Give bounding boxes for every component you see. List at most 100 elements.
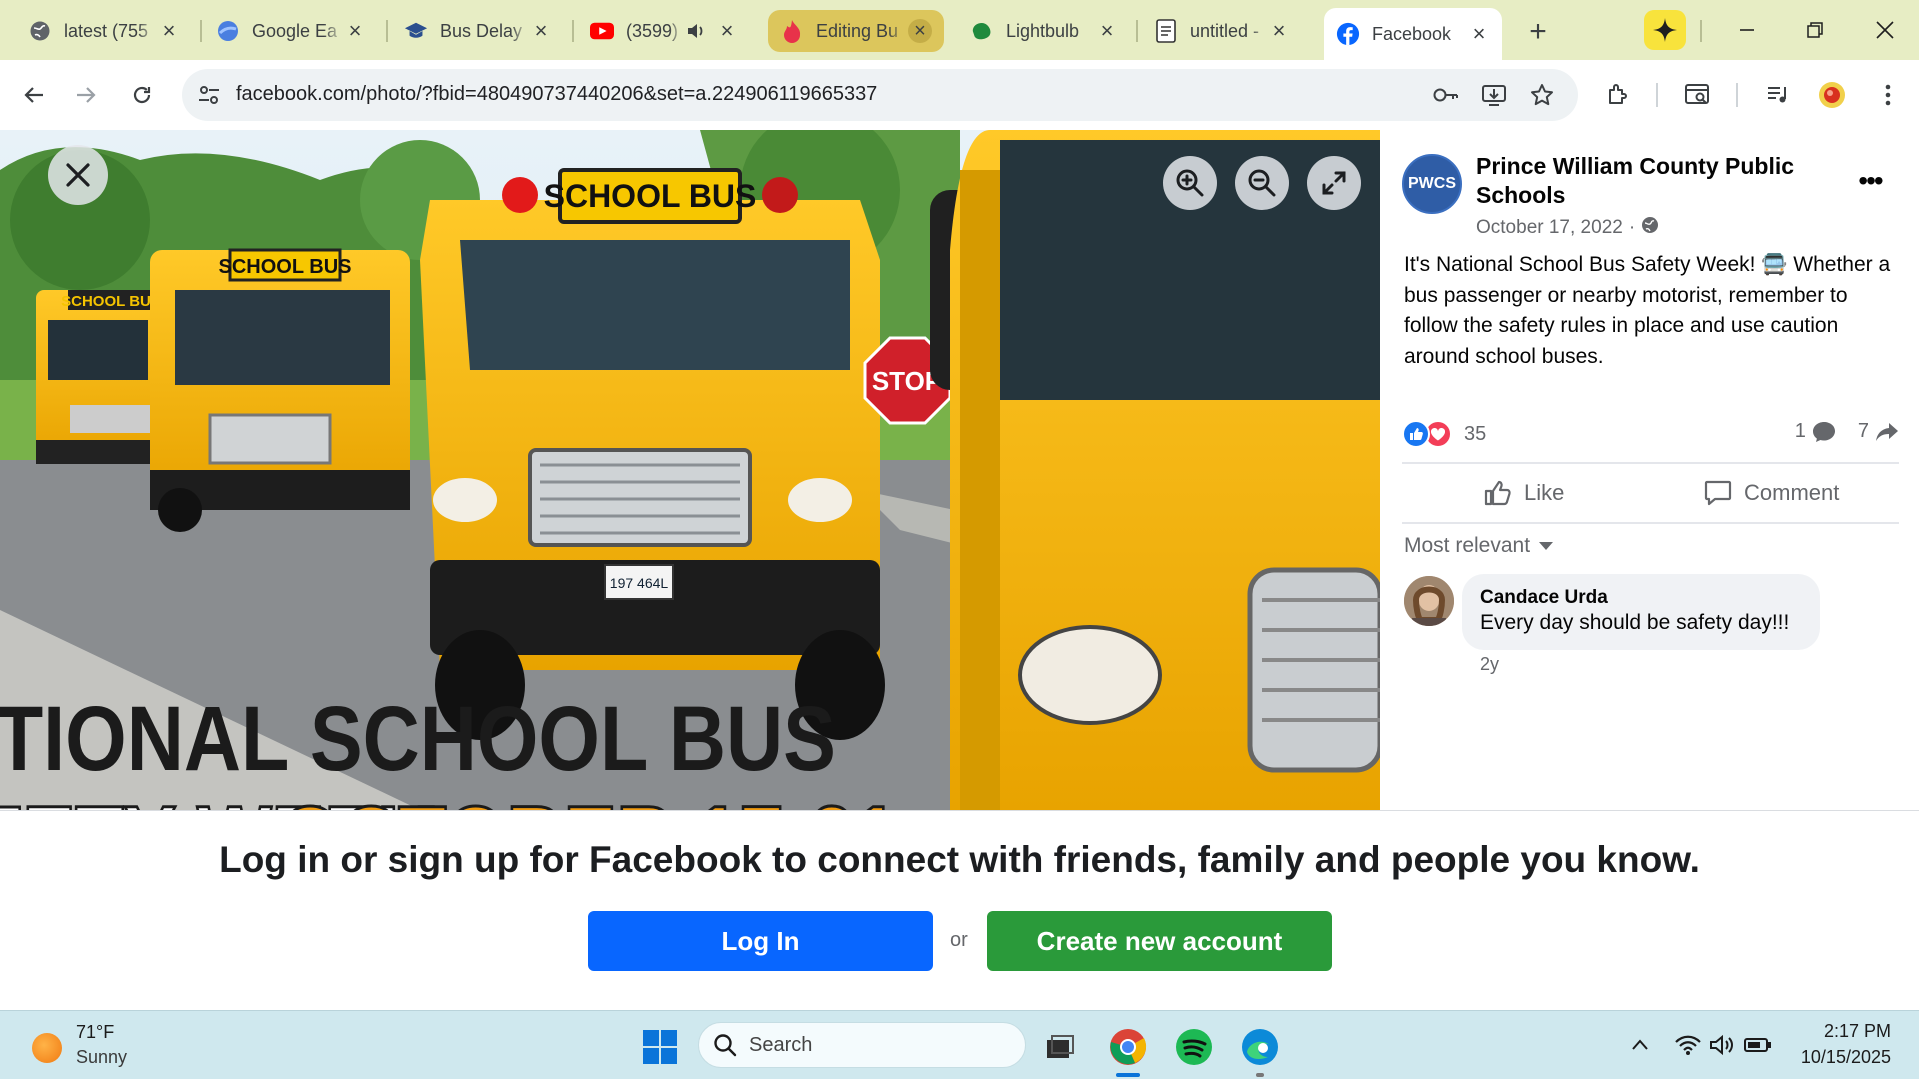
comment-count-value: 1 (1794, 420, 1806, 442)
caret-down-icon (1539, 542, 1554, 550)
close-tab-icon[interactable]: × (716, 18, 738, 43)
close-photo-button[interactable] (48, 145, 108, 205)
url-text[interactable]: facebook.com/photo/?fbid=480490737440206… (236, 83, 877, 106)
mid-bus-sign: SCHOOL BUS (219, 256, 352, 278)
page-avatar[interactable]: PWCS (1402, 154, 1462, 214)
tab-untitled[interactable]: untitled - × (1142, 10, 1302, 52)
fullscreen-button[interactable] (1307, 156, 1361, 210)
install-app-icon[interactable] (1480, 81, 1508, 109)
extensions-icon[interactable] (1600, 77, 1636, 113)
restore-button[interactable] (1792, 10, 1838, 50)
tab-facebook[interactable]: Facebook × (1324, 8, 1502, 60)
browser-toolbar: facebook.com/photo/?fbid=480490737440206… (0, 60, 1919, 130)
password-key-icon[interactable] (1432, 81, 1460, 109)
close-tab-icon[interactable]: × (1096, 18, 1118, 43)
log-in-button[interactable]: Log In (588, 911, 933, 971)
clock-time[interactable]: 2:17 PM (1824, 1021, 1891, 1042)
commenter-avatar[interactable] (1404, 576, 1454, 626)
tab-editing[interactable]: Editing Bu × (768, 10, 944, 52)
facebook-icon (1336, 22, 1360, 46)
close-tab-icon[interactable]: × (1468, 21, 1490, 46)
tab-latest[interactable]: latest (755 × (16, 10, 192, 52)
battery-icon[interactable] (1744, 1031, 1772, 1059)
divider (1736, 83, 1738, 107)
date-separator: · (1628, 217, 1636, 238)
weather-temperature[interactable]: 71°F (76, 1022, 114, 1043)
photo-viewer: SCHOOL BUS SCHOOL BUS SCHOOL BUS 197 464… (0, 130, 1380, 810)
comment-time[interactable]: 2y (1480, 654, 1499, 675)
reload-button[interactable] (124, 77, 160, 113)
windows-start-icon[interactable] (638, 1025, 682, 1069)
comment-count[interactable]: 1 (1795, 420, 1836, 443)
close-tab-icon[interactable]: × (908, 19, 932, 43)
document-icon (1154, 19, 1178, 43)
close-tab-icon[interactable]: × (344, 18, 366, 43)
running-indicator (1256, 1073, 1264, 1077)
post-date[interactable]: October 17, 2022 · (1476, 216, 1659, 240)
license-plate: 197 464L (610, 575, 669, 591)
tab-youtube[interactable]: (3599) × (578, 10, 750, 52)
google-earth-icon (216, 19, 240, 43)
close-tab-icon[interactable]: × (1268, 18, 1290, 43)
edge-icon[interactable] (1238, 1025, 1282, 1069)
commenter-name[interactable]: Candace Urda (1480, 586, 1802, 610)
taskbar-search[interactable]: Search (698, 1022, 1026, 1068)
volume-icon[interactable] (1708, 1031, 1736, 1059)
create-account-button[interactable]: Create new account (987, 911, 1332, 971)
divider (1656, 83, 1658, 107)
task-view-icon[interactable] (1038, 1025, 1082, 1069)
reaction-summary[interactable]: 35 (1402, 420, 1486, 448)
address-bar[interactable]: facebook.com/photo/?fbid=480490737440206… (182, 69, 1578, 121)
speaker-icon[interactable] (686, 21, 706, 41)
tab-google-earth[interactable]: Google Ea × (204, 10, 378, 52)
clock-date[interactable]: 10/15/2025 (1801, 1047, 1891, 1068)
close-tab-icon[interactable]: × (158, 18, 180, 43)
site-settings-icon[interactable] (194, 80, 224, 110)
globe-icon (28, 19, 52, 43)
tab-lightbulb[interactable]: Lightbulb × (958, 10, 1130, 52)
engagement-counts: 1 7 (1795, 420, 1899, 443)
spotify-icon[interactable] (1172, 1025, 1216, 1069)
post-panel: PWCS Prince William County Public School… (1380, 130, 1919, 810)
chrome-menu-icon[interactable] (1870, 77, 1906, 113)
gemini-sparkle-icon[interactable] (1644, 10, 1686, 50)
divider (1402, 522, 1899, 524)
page-name-link[interactable]: Prince William County Public Schools (1476, 152, 1806, 210)
new-tab-button[interactable]: + (1520, 14, 1556, 50)
sort-comments-dropdown[interactable]: Most relevant (1404, 534, 1554, 558)
share-count-value: 7 (1857, 420, 1869, 442)
tab-separator (1136, 20, 1138, 42)
tab-search-icon[interactable] (1680, 77, 1716, 113)
media-controls-icon[interactable] (1760, 77, 1796, 113)
more-options-icon[interactable]: ••• (1850, 165, 1890, 196)
tab-title: untitled - (1190, 20, 1260, 41)
weather-condition[interactable]: Sunny (76, 1047, 127, 1068)
minimize-button[interactable] (1724, 10, 1770, 50)
zoom-out-button[interactable] (1235, 156, 1289, 210)
back-button[interactable] (16, 77, 52, 113)
forward-button[interactable] (68, 77, 104, 113)
close-tab-icon[interactable]: × (530, 18, 552, 43)
bookmark-star-icon[interactable] (1528, 81, 1556, 109)
comment-bubble-icon (1812, 421, 1835, 442)
tab-bus-delay[interactable]: Bus Delay × (392, 10, 564, 52)
flame-icon (780, 19, 804, 43)
tab-separator (572, 20, 574, 42)
chrome-taskbar-icon[interactable] (1106, 1025, 1150, 1069)
like-button[interactable]: Like (1484, 466, 1564, 520)
share-count[interactable]: 7 (1858, 420, 1899, 443)
sun-weather-icon[interactable] (32, 1033, 62, 1063)
avatar-text: PWCS (1408, 175, 1456, 192)
wifi-icon[interactable] (1674, 1031, 1702, 1059)
tab-separator (386, 20, 388, 42)
or-separator: or (950, 929, 968, 951)
profile-avatar-icon[interactable] (1814, 77, 1850, 113)
tab-title: Lightbulb (1006, 20, 1080, 41)
close-window-button[interactable] (1862, 10, 1908, 50)
comment-button[interactable]: Comment (1704, 466, 1839, 520)
login-prompt-title: Log in or sign up for Facebook to connec… (219, 839, 1700, 880)
zoom-in-button[interactable] (1163, 156, 1217, 210)
login-prompt: Log in or sign up for Facebook to connec… (0, 810, 1919, 1010)
chevron-up-icon[interactable] (1626, 1031, 1654, 1059)
windows-taskbar: 71°F Sunny Search 2:17 PM 10/15/2025 (0, 1010, 1919, 1079)
